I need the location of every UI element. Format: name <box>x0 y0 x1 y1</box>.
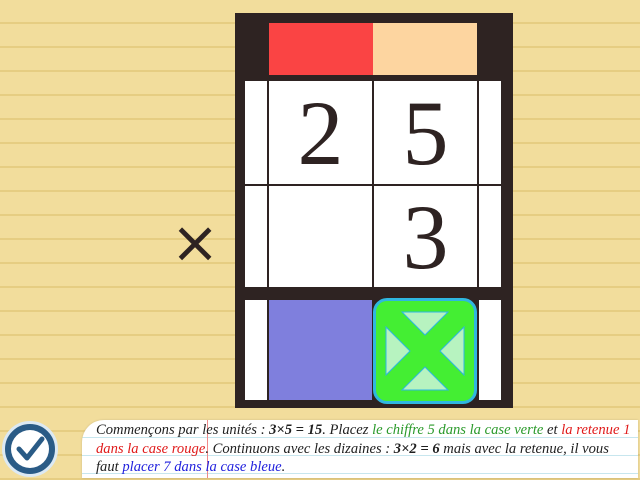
side-strip-left-3 <box>245 300 267 400</box>
side-strip-right-3 <box>479 300 501 400</box>
multiplication-board: 2 5 3 <box>235 13 513 408</box>
bottom-number-tens <box>269 186 372 287</box>
side-strip-right-1 <box>479 81 501 184</box>
instruction-part: Commençons par les unités : <box>96 422 270 438</box>
top-number-tens: 2 <box>269 81 372 184</box>
instruction-note: Commençons par les unités : 3×5 = 15. Pl… <box>82 420 638 478</box>
calculation-units: 3×5 = 15 <box>269 422 323 438</box>
instruction-part: . Continuons avec les dizaines : <box>205 440 394 457</box>
instruction-text: Commençons par les unités : 3×5 = 15. Pl… <box>96 421 632 477</box>
carry-cell-red[interactable] <box>269 23 373 75</box>
multiply-sign: × <box>170 208 220 276</box>
answer-cell-blue[interactable] <box>269 300 372 400</box>
instruction-part: . Placez <box>322 422 373 438</box>
calculation-tens: 3×2 = 6 <box>393 440 440 457</box>
side-strip-right-2 <box>479 186 501 287</box>
instruction-part: . <box>281 459 286 475</box>
carry-cell-peach[interactable] <box>373 23 477 75</box>
validate-button[interactable] <box>2 421 58 477</box>
side-strip-left-1 <box>245 81 267 184</box>
instruction-blue: placer 7 dans la case bleue <box>122 459 282 475</box>
top-number-units: 5 <box>374 81 477 184</box>
bottom-number-units: 3 <box>374 186 477 287</box>
hourglass-highlight-icon <box>385 311 465 391</box>
instruction-part: et <box>543 422 562 438</box>
instruction-green: le chiffre 5 dans la case verte <box>372 422 544 438</box>
checkmark-icon <box>11 430 49 468</box>
answer-cell-green[interactable] <box>373 298 477 404</box>
side-strip-left-2 <box>245 186 267 287</box>
